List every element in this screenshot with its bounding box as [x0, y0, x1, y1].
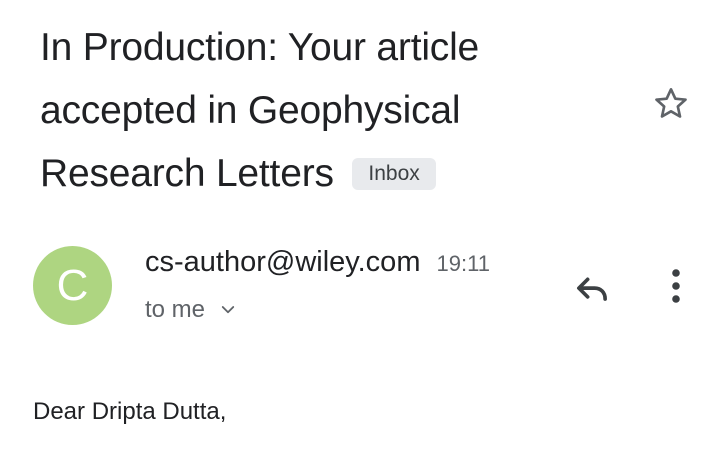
more-options-icon[interactable]	[660, 266, 692, 306]
reply-icon[interactable]	[571, 268, 613, 310]
received-time: 19:11	[436, 251, 490, 276]
sender-line: cs-author@wiley.com 19:11	[145, 244, 490, 282]
star-icon[interactable]	[651, 84, 691, 124]
email-body-greeting: Dear Dripta Dutta,	[33, 398, 227, 425]
inbox-label-badge[interactable]: Inbox	[352, 158, 436, 190]
recipient-text: to me	[145, 296, 206, 323]
sender-address[interactable]: cs-author@wiley.com	[145, 246, 420, 278]
chevron-down-icon[interactable]	[219, 301, 237, 319]
recipient-details-toggle[interactable]: to me	[145, 294, 237, 326]
email-subject: In Production: Your article accepted in …	[40, 16, 620, 205]
sender-avatar[interactable]: C	[33, 246, 112, 325]
